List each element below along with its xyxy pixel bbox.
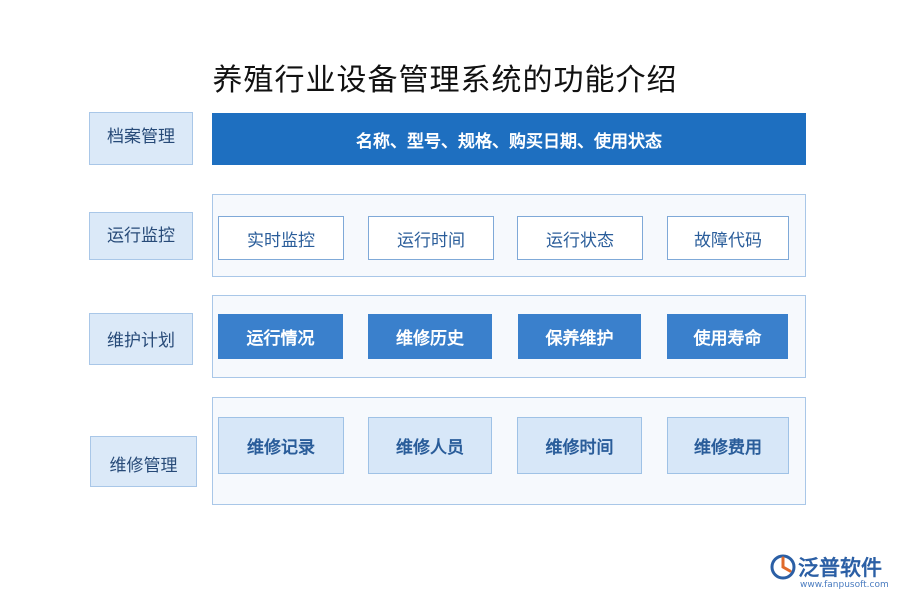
page-title: 养殖行业设备管理系统的功能介绍 (212, 63, 678, 98)
repair-item: 维修费用 (667, 417, 789, 474)
archive-bar: 名称、型号、规格、购买日期、使用状态 (212, 113, 806, 165)
brand-logo-icon (770, 554, 796, 580)
maintenance-plan-item: 保养维护 (518, 314, 641, 359)
monitoring-item: 运行状态 (517, 216, 643, 260)
section-label-repair: 维修管理 (90, 436, 197, 487)
brand-logo: 泛普软件 www.fanpusoft.com (770, 552, 895, 597)
section-label-monitoring: 运行监控 (89, 212, 193, 260)
maintenance-plan-item: 维修历史 (368, 314, 492, 359)
section-label-maintenance-plan: 维护计划 (89, 313, 193, 365)
monitoring-item: 实时监控 (218, 216, 344, 260)
section-label-archive: 档案管理 (89, 112, 193, 165)
repair-item: 维修记录 (218, 417, 344, 474)
monitoring-item: 运行时间 (368, 216, 494, 260)
brand-url: www.fanpusoft.com (800, 580, 889, 590)
repair-item: 维修时间 (517, 417, 642, 474)
repair-item: 维修人员 (368, 417, 492, 474)
maintenance-plan-item: 运行情况 (218, 314, 343, 359)
maintenance-plan-item: 使用寿命 (667, 314, 788, 359)
monitoring-item: 故障代码 (667, 216, 789, 260)
brand-name: 泛普软件 (798, 556, 882, 580)
